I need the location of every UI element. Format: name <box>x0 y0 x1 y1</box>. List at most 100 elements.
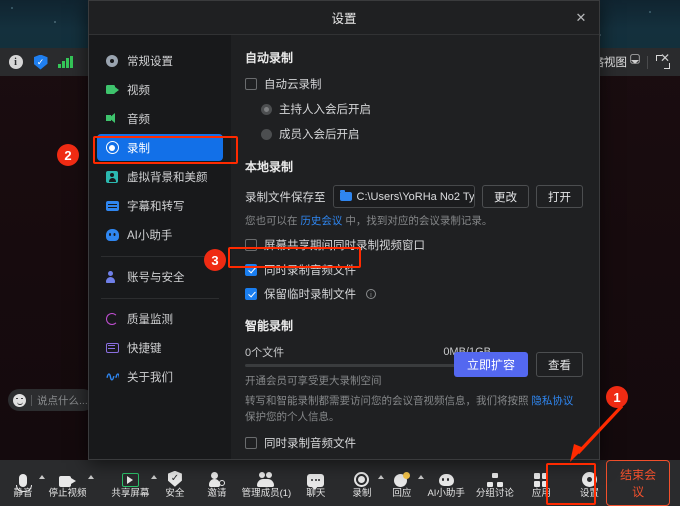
toolbar-item-share-screen[interactable]: 共享屏幕 <box>109 462 152 504</box>
section-title-local-record: 本地录制 <box>245 160 294 174</box>
sidebar-item-recording[interactable]: 录制 <box>97 134 223 161</box>
toolbar-label: 分组讨论 <box>475 487 514 499</box>
chevron-up-icon[interactable] <box>39 475 45 479</box>
virtual-background-icon <box>105 170 119 184</box>
sidebar-item-label: 关于我们 <box>127 371 173 384</box>
view-storage-button[interactable]: 查看 <box>536 352 583 377</box>
checkbox-auto-cloud-record[interactable]: 自动云录制 <box>245 76 583 92</box>
speaker-icon <box>105 112 119 126</box>
divider <box>101 298 219 299</box>
chat-input[interactable]: 说点什么... <box>8 389 94 411</box>
sidebar-item-ai-assistant[interactable]: AI小助手 <box>97 221 223 248</box>
sidebar-item-label: 录制 <box>127 142 150 155</box>
checkbox-label: 同时录制音频文件 <box>264 437 356 450</box>
recording-path-input[interactable]: C:\Users\YoRHa No2 Type B\ <box>332 185 475 208</box>
toolbar-label: 设置 <box>579 487 599 499</box>
sidebar-item-general[interactable]: 常规设置 <box>97 47 223 74</box>
sidebar-item-quality-monitor[interactable]: 质量监测 <box>97 305 223 332</box>
close-icon[interactable]: ✕ <box>573 10 589 26</box>
captions-icon <box>105 199 119 213</box>
sidebar-item-audio[interactable]: 音频 <box>97 105 223 132</box>
checkbox-smart-record-audio[interactable]: 同时录制音频文件 <box>245 435 583 451</box>
toolbar-item-stop-video[interactable]: 停止视频 <box>46 462 89 504</box>
checkbox-box[interactable] <box>245 264 257 276</box>
upgrade-storage-button[interactable]: 立即扩容 <box>453 352 528 377</box>
annotation-badge-2: 2 <box>57 144 79 166</box>
change-path-button[interactable]: 更改 <box>482 185 529 208</box>
chevron-up-icon[interactable] <box>417 475 424 479</box>
quality-monitor-icon <box>105 312 119 326</box>
checkbox-keep-temp-files[interactable]: 保留临时录制文件 i <box>245 286 583 302</box>
camera-icon <box>58 468 76 487</box>
toolbar-item-ai-assistant[interactable]: AI小助手 <box>425 462 468 504</box>
sidebar-item-captions[interactable]: 字幕和转写 <box>97 192 223 219</box>
toolbar-item-chat[interactable]: 聊天 <box>299 462 333 504</box>
sidebar-item-video[interactable]: 视频 <box>97 76 223 103</box>
radio-button[interactable] <box>261 128 272 140</box>
checkbox-box[interactable] <box>245 239 257 251</box>
sidebar-item-virtual-background[interactable]: 虚拟背景和美颜 <box>97 163 223 190</box>
recording-path-row: 录制文件保存至 C:\Users\YoRHa No2 Type B\ 更改 打开 <box>245 185 583 208</box>
window-close-button[interactable]: ✕ <box>650 46 680 70</box>
signal-bars-icon[interactable] <box>58 55 73 70</box>
shield-icon[interactable]: ✓ <box>33 54 48 70</box>
checkbox-label: 同时录制音频文件 <box>264 265 356 277</box>
privacy-suffix: 保护您的个人信息。 <box>245 410 340 423</box>
privacy-prefix: 转写和智能录制都需要访问您的会议音视频信息，我们将按照 <box>245 395 532 407</box>
toolbar-item-apps[interactable]: 应用 <box>524 462 558 504</box>
toolbar-label: 管理成员(1) <box>241 487 292 499</box>
toolbar-item-reaction[interactable]: 回应 <box>385 462 419 504</box>
shield-check-icon: ✓ <box>167 468 182 487</box>
reaction-icon <box>393 468 410 487</box>
annotation-badge-3: 3 <box>204 249 226 271</box>
toolbar-item-invite[interactable]: 邀请 <box>200 462 234 504</box>
toolbar-item-mute[interactable]: 静音 <box>6 462 40 504</box>
storage-row: 0个文件 0MB/1GB 开通会员可享受更大录制空间 立即扩容 查看 <box>245 344 583 394</box>
toolbar-item-record[interactable]: 录制 <box>345 462 379 504</box>
radio-member-join[interactable]: 成员入会后开启 <box>261 126 583 142</box>
gear-icon <box>579 468 599 489</box>
chevron-up-icon[interactable] <box>150 475 157 479</box>
toolbar-label: 安全 <box>165 487 185 499</box>
invite-person-icon <box>208 468 225 487</box>
open-path-button[interactable]: 打开 <box>536 185 583 208</box>
chevron-up-icon[interactable] <box>87 475 94 479</box>
checkbox-record-video-window[interactable]: 屏幕共享期间同时录制视频窗口 <box>245 237 583 253</box>
emoji-icon[interactable] <box>13 393 26 407</box>
checkbox-box[interactable] <box>245 436 257 449</box>
toolbar-item-manage-members[interactable]: 管理成员(1) <box>240 462 293 504</box>
toolbar-item-security[interactable]: ✓ 安全 <box>158 462 192 504</box>
toolbar-label: 应用 <box>531 487 551 499</box>
history-meeting-link[interactable]: 历史会议 <box>300 215 342 227</box>
chat-placeholder: 说点什么... <box>37 394 88 407</box>
sidebar-item-about[interactable]: ∿∿ 关于我们 <box>97 363 223 390</box>
info-icon[interactable]: i <box>366 289 376 299</box>
path-value: C:\Users\YoRHa No2 Type B\ <box>356 190 475 203</box>
settings-sidebar: 常规设置 视频 音频 录制 虚拟背景和美颜 字幕和转写 AI小助手 账号与安全 … <box>89 35 231 459</box>
share-screen-icon <box>121 468 139 487</box>
gear-icon <box>105 54 119 68</box>
ai-assistant-icon <box>105 228 119 242</box>
toolbar-item-breakout-rooms[interactable]: 分组讨论 <box>473 462 516 504</box>
toolbar-item-settings[interactable]: 设置 <box>572 462 606 504</box>
info-icon[interactable]: i <box>8 55 23 70</box>
checkbox-record-audio-file[interactable]: 同时录制音频文件 <box>245 262 583 278</box>
checkbox-box[interactable] <box>245 288 257 300</box>
sidebar-item-label: 音频 <box>127 113 150 126</box>
sidebar-item-label: 常规设置 <box>127 55 173 68</box>
radio-host-join[interactable]: 主持人入会后开启 <box>261 101 583 117</box>
divider <box>101 256 219 257</box>
ai-assistant-icon <box>438 468 455 487</box>
chevron-up-icon[interactable] <box>377 475 384 479</box>
checkbox-box[interactable] <box>245 78 257 90</box>
settings-dialog: 设置 ✕ 常规设置 视频 音频 录制 虚拟背景和美颜 字幕和转写 AI小助手 账… <box>88 0 600 460</box>
microphone-icon <box>16 468 32 492</box>
sidebar-item-shortcuts[interactable]: 快捷键 <box>97 334 223 361</box>
section-title-smart-record: 智能录制 <box>245 319 294 333</box>
sidebar-item-account-security[interactable]: 账号与安全 <box>97 263 223 290</box>
sidebar-item-label: 账号与安全 <box>127 271 185 284</box>
radio-button[interactable] <box>261 103 272 115</box>
toolbar-label: 聊天 <box>306 487 326 499</box>
dialog-title-bar: 设置 ✕ <box>89 1 599 35</box>
maximize-button[interactable]: ▢ <box>620 46 650 70</box>
